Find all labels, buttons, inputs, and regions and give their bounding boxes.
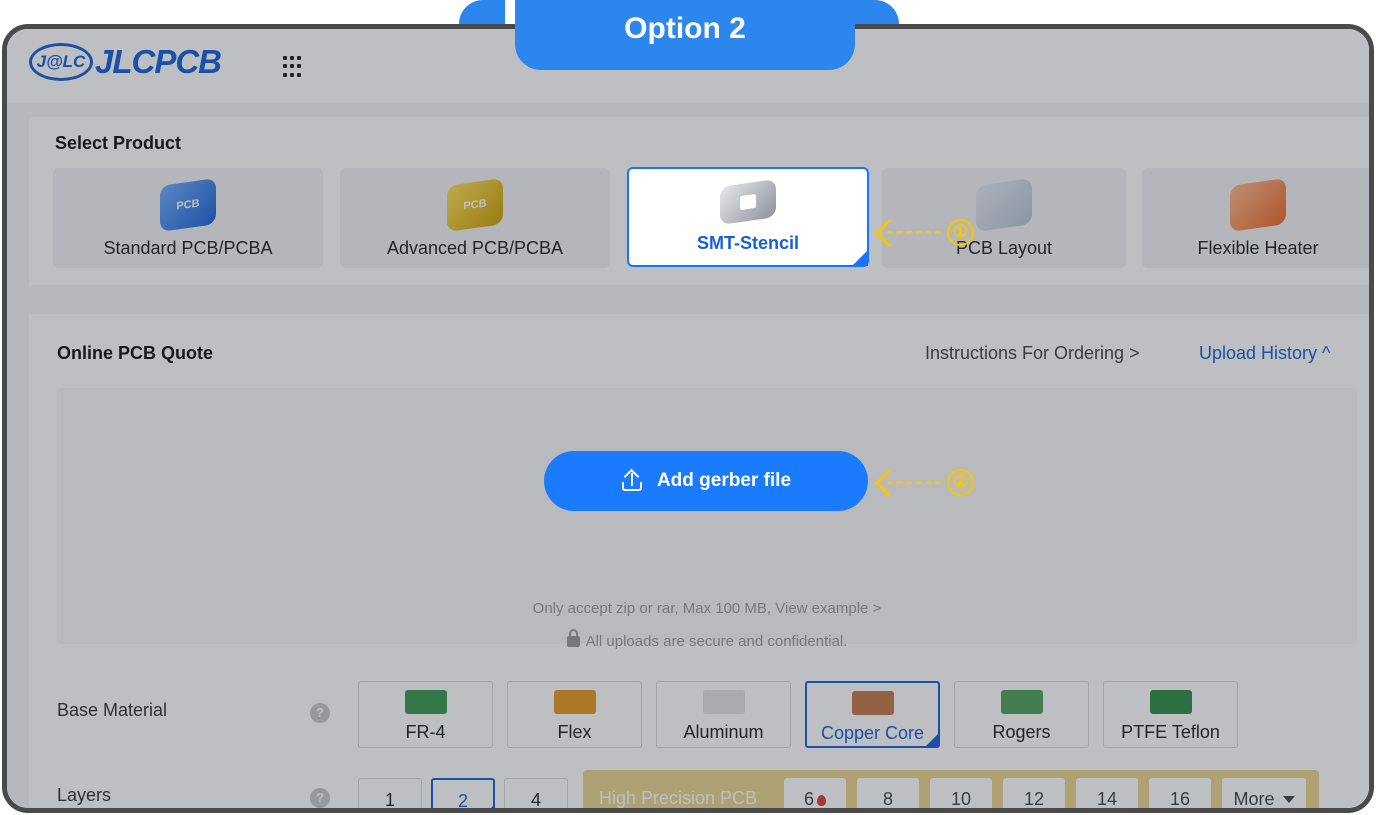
tab-ear-left (459, 0, 505, 24)
step-2-annotation: ② (874, 468, 974, 497)
upload-icon (621, 468, 643, 492)
smt-stencil-icon (720, 179, 776, 225)
arrow-left-icon (874, 218, 904, 247)
option-title-tab: Option 2 (515, 0, 855, 70)
device-frame: J@LC JLCPCB Select Product PCB Standard … (2, 24, 1374, 813)
arrow-left-icon (874, 468, 904, 497)
tutorial-dim-overlay (7, 29, 1369, 808)
selected-check-icon (852, 250, 868, 266)
step-1-marker: ① (947, 219, 974, 246)
product-label: SMT-Stencil (696, 233, 799, 253)
tab-ear-right (853, 0, 899, 24)
add-gerber-label: Add gerber file (656, 470, 792, 491)
step-2-marker: ② (947, 469, 974, 496)
add-gerber-file-button[interactable]: Add gerber file (544, 451, 868, 511)
step-1-annotation: ① (874, 218, 974, 247)
jlcpcb-page: J@LC JLCPCB Select Product PCB Standard … (7, 29, 1369, 808)
product-smt-stencil[interactable]: SMT-Stencil (627, 167, 869, 267)
